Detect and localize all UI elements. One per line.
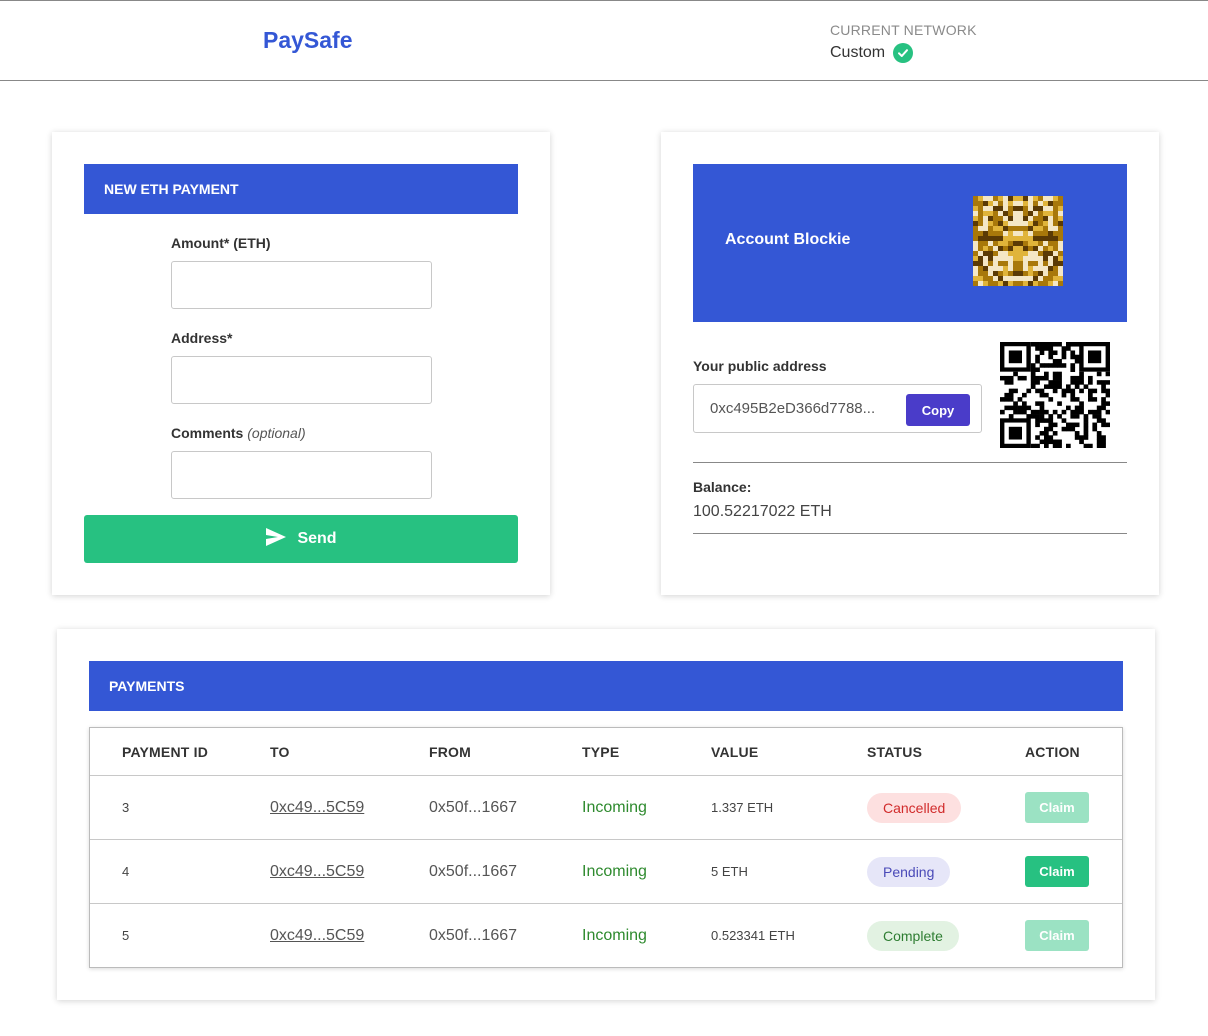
send-label: Send <box>297 530 337 547</box>
payments-card: PAYMENTS PAYMENT ID TO FROM TYPE VALUE S… <box>57 629 1155 1000</box>
payment-value: 5 ETH <box>711 864 748 879</box>
col-value: VALUE <box>711 743 759 760</box>
blockie-avatar <box>973 196 1063 286</box>
payment-type: Incoming <box>582 798 647 816</box>
address-label: Address* <box>171 330 233 346</box>
send-icon <box>265 527 287 552</box>
divider-bottom <box>693 533 1127 534</box>
col-from: FROM <box>429 743 472 760</box>
col-action: ACTION <box>1025 743 1080 760</box>
network-status: Custom <box>830 43 914 63</box>
new-payment-card: NEW ETH PAYMENT Amount* (ETH) Address* C… <box>52 132 550 595</box>
new-payment-title: NEW ETH PAYMENT <box>84 164 518 214</box>
status-badge: Pending <box>867 856 951 887</box>
from-address: 0x50f...1667 <box>429 862 518 880</box>
account-blockie-title: Account Blockie <box>725 231 851 248</box>
col-payment-id: PAYMENT ID <box>122 743 209 760</box>
claim-button[interactable]: Claim <box>1025 792 1089 823</box>
send-button[interactable]: Send <box>84 515 518 563</box>
network-label: CURRENT NETWORK <box>830 22 977 38</box>
check-circle-icon <box>893 43 914 63</box>
public-address-value[interactable]: 0xc495B2eD366d7788... <box>710 400 892 417</box>
public-address-label: Your public address <box>693 358 827 374</box>
public-address-field: 0xc495B2eD366d7788... Copy <box>693 384 982 433</box>
from-address: 0x50f...1667 <box>429 798 518 816</box>
payments-table: PAYMENT ID TO FROM TYPE VALUE STATUS ACT… <box>89 727 1123 968</box>
payments-title: PAYMENTS <box>89 661 1123 711</box>
copy-button[interactable]: Copy <box>906 394 970 426</box>
comments-label-text: Comments <box>171 425 244 441</box>
brand-logo[interactable]: PaySafe <box>263 27 353 54</box>
col-to: TO <box>270 743 290 760</box>
payment-id: 4 <box>122 864 130 879</box>
payment-id: 3 <box>122 800 130 815</box>
claim-button[interactable]: Claim <box>1025 920 1089 951</box>
payment-value: 1.337 ETH <box>711 800 774 815</box>
status-badge: Cancelled <box>867 792 962 823</box>
col-type: TYPE <box>582 743 620 760</box>
to-address-link[interactable]: 0xc49...5C59 <box>270 799 364 817</box>
to-address-link[interactable]: 0xc49...5C59 <box>270 927 364 945</box>
col-status: STATUS <box>867 743 923 760</box>
table-row: 5 0xc49...5C59 0x50f...1667 Incoming 0.5… <box>90 904 1122 967</box>
balance-label: Balance: <box>693 479 752 495</box>
payment-value: 0.523341 ETH <box>711 928 795 943</box>
table-header-row: PAYMENT ID TO FROM TYPE VALUE STATUS ACT… <box>90 728 1122 776</box>
top-header: PaySafe CURRENT NETWORK Custom <box>0 0 1208 81</box>
comments-input[interactable] <box>171 451 432 499</box>
balance-value: 100.52217022 ETH <box>693 503 832 520</box>
divider-top <box>693 462 1127 463</box>
comments-hint: (optional) <box>247 425 306 441</box>
table-row: 4 0xc49...5C59 0x50f...1667 Incoming 5 E… <box>90 840 1122 904</box>
payment-type: Incoming <box>582 926 647 944</box>
qr-code-image <box>1000 342 1111 449</box>
amount-label: Amount* (ETH) <box>171 235 271 251</box>
table-row: 3 0xc49...5C59 0x50f...1667 Incoming 1.3… <box>90 776 1122 840</box>
from-address: 0x50f...1667 <box>429 926 518 944</box>
network-value: Custom <box>830 44 886 61</box>
amount-input[interactable] <box>171 261 432 309</box>
status-badge: Complete <box>867 920 959 951</box>
to-address-link[interactable]: 0xc49...5C59 <box>270 863 364 881</box>
comments-label: Comments (optional) <box>171 425 306 441</box>
address-input[interactable] <box>171 356 432 404</box>
payment-type: Incoming <box>582 862 647 880</box>
account-blockie-panel: Account Blockie <box>693 164 1127 322</box>
claim-button[interactable]: Claim <box>1025 856 1089 887</box>
account-card: Account Blockie Your public address 0xc4… <box>661 132 1159 595</box>
payment-id: 5 <box>122 928 130 943</box>
